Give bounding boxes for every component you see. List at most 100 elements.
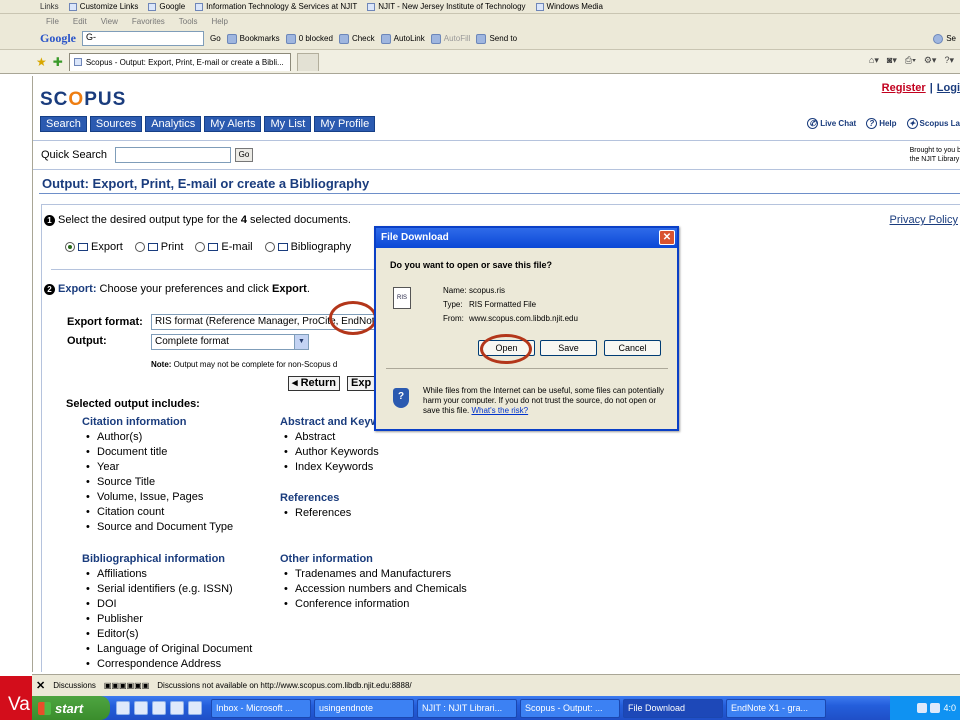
go-button[interactable]: Go bbox=[210, 34, 221, 43]
nav-my-profile[interactable]: My Profile bbox=[314, 116, 376, 132]
radio-bibliography[interactable]: Bibliography bbox=[264, 241, 351, 253]
clock: 4:0 bbox=[943, 703, 956, 713]
link-njit[interactable]: NJIT - New Jersey Institute of Technolog… bbox=[367, 2, 526, 11]
whats-the-risk-link[interactable]: What's the risk? bbox=[471, 406, 528, 415]
list-item: Affiliations bbox=[82, 567, 252, 582]
start-button[interactable]: start bbox=[32, 696, 110, 720]
output-label: Output: bbox=[67, 335, 107, 347]
register-link[interactable]: Register bbox=[882, 82, 926, 94]
radio-button bbox=[65, 242, 75, 252]
radio-print[interactable]: Print bbox=[134, 241, 183, 253]
bookmarks-button[interactable]: Bookmarks bbox=[226, 33, 280, 44]
dialog-question: Do you want to open or save this file? bbox=[390, 260, 553, 270]
link-google[interactable]: Google bbox=[148, 2, 185, 11]
tray-icon[interactable] bbox=[930, 703, 941, 713]
step-2-instruction: 2 Export: Choose your preferences and cli… bbox=[44, 283, 310, 295]
other-info-group: Other information Tradenames and Manufac… bbox=[280, 553, 467, 612]
sendto-button[interactable]: Send to bbox=[476, 33, 517, 44]
blocker-icon bbox=[285, 33, 296, 44]
favorites-star-icon[interactable]: ★ bbox=[36, 55, 47, 69]
nav-analytics[interactable]: Analytics bbox=[145, 116, 202, 132]
help-icon[interactable]: ?▾ bbox=[944, 55, 954, 66]
discussions-button[interactable]: Discussions bbox=[53, 681, 96, 690]
spellcheck-button[interactable]: Check bbox=[338, 33, 375, 44]
tab-scopus-output[interactable]: Scopus - Output: Export, Print, E-mail o… bbox=[68, 52, 291, 71]
add-favorites-icon[interactable]: ✚ bbox=[53, 55, 63, 69]
list-item: Index Keywords bbox=[280, 460, 379, 475]
task-file-download[interactable]: File Download bbox=[623, 698, 723, 718]
ie-icon[interactable] bbox=[116, 701, 130, 715]
print-icon[interactable]: ⎙▾ bbox=[905, 55, 916, 66]
settings-button[interactable]: Se bbox=[933, 33, 960, 44]
heading-divider bbox=[39, 193, 960, 194]
cancel-button[interactable]: Cancel bbox=[604, 340, 661, 356]
link-njit-it[interactable]: Information Technology & Services at NJI… bbox=[195, 2, 357, 11]
page-icon bbox=[73, 58, 82, 66]
live-chat-link[interactable]: ✆ Live Chat bbox=[807, 118, 856, 129]
main-nav: Search Sources Analytics My Alerts My Li… bbox=[40, 116, 376, 132]
scopus-labs-link[interactable]: ✦ Scopus La bbox=[906, 118, 960, 129]
login-link[interactable]: Logi bbox=[937, 82, 960, 94]
popup-blocker-button[interactable]: 0 blocked bbox=[285, 33, 333, 44]
autofill-button[interactable]: AutoFill bbox=[430, 33, 470, 44]
system-tray: 4:0 bbox=[890, 696, 960, 720]
page-title: Output: Export, Print, E-mail or create … bbox=[42, 176, 370, 191]
quick-search-input[interactable] bbox=[115, 147, 231, 163]
task-endnote[interactable]: EndNote X1 - gra... bbox=[726, 698, 826, 718]
file-icon: RIS bbox=[393, 287, 411, 309]
form-icon bbox=[430, 33, 441, 44]
radio-email[interactable]: E-mail bbox=[195, 241, 253, 253]
link-windows-media[interactable]: Windows Media bbox=[535, 2, 603, 11]
nav-search[interactable]: Search bbox=[40, 116, 87, 132]
page-icon bbox=[367, 2, 376, 11]
tray-icon[interactable] bbox=[917, 703, 928, 713]
quick-search-label: Quick Search bbox=[41, 149, 108, 161]
google-search-input[interactable]: G- bbox=[82, 31, 204, 46]
excel-icon[interactable] bbox=[188, 701, 202, 715]
star-icon bbox=[226, 33, 237, 44]
feeds-icon[interactable]: ◙▾ bbox=[887, 55, 897, 66]
radio-button bbox=[195, 242, 206, 252]
outlook-icon[interactable] bbox=[152, 701, 166, 715]
menu-view[interactable]: View bbox=[101, 17, 118, 26]
task-njit-libraries[interactable]: NJIT : NJIT Librari... bbox=[417, 698, 517, 718]
close-icon[interactable]: ✕ bbox=[659, 230, 675, 245]
nav-sources[interactable]: Sources bbox=[89, 116, 143, 132]
save-button[interactable]: Save bbox=[540, 340, 597, 356]
envelope-icon bbox=[208, 243, 219, 251]
return-button[interactable]: ◂ Return bbox=[288, 376, 341, 391]
left-strip bbox=[0, 0, 32, 720]
export-button[interactable]: Exp bbox=[347, 376, 376, 391]
scopus-logo[interactable]: SCOPUS bbox=[40, 89, 126, 111]
output-select[interactable]: Complete format ▼ bbox=[151, 334, 309, 350]
step-2-number: 2 bbox=[44, 284, 55, 295]
labs-icon: ✦ bbox=[906, 118, 918, 129]
quick-search-go-button[interactable]: Go bbox=[235, 148, 253, 162]
radio-export[interactable]: Export bbox=[65, 241, 123, 253]
menu-favorites[interactable]: Favorites bbox=[132, 17, 165, 26]
autolink-button[interactable]: AutoLink bbox=[380, 33, 425, 44]
dialog-divider bbox=[386, 368, 668, 369]
close-toolbar-icon[interactable]: ✕ bbox=[36, 679, 45, 692]
word-icon[interactable] bbox=[170, 701, 184, 715]
menu-file[interactable]: File bbox=[46, 17, 59, 26]
task-usingendnote[interactable]: usingendnote bbox=[314, 698, 414, 718]
task-scopus-output[interactable]: Scopus - Output: ... bbox=[520, 698, 620, 718]
home-icon[interactable]: ⌂▾ bbox=[869, 55, 879, 66]
radio-button bbox=[264, 242, 275, 252]
task-inbox[interactable]: Inbox - Microsoft ... bbox=[211, 698, 311, 718]
security-warning: While files from the Internet can be use… bbox=[423, 386, 665, 415]
menu-help[interactable]: Help bbox=[211, 17, 227, 26]
nav-my-alerts[interactable]: My Alerts bbox=[204, 116, 262, 132]
wand-icon bbox=[380, 33, 391, 44]
help-link[interactable]: ? Help bbox=[866, 118, 897, 129]
menu-tools[interactable]: Tools bbox=[179, 17, 198, 26]
nav-my-list[interactable]: My List bbox=[264, 116, 312, 132]
firefox-icon[interactable] bbox=[134, 701, 148, 715]
link-customize[interactable]: Customize Links bbox=[68, 2, 138, 11]
group-title: Bibliographical information bbox=[82, 553, 226, 565]
tools-gear-icon[interactable]: ⚙▾ bbox=[924, 55, 937, 66]
privacy-policy-link[interactable]: Privacy Policy bbox=[890, 214, 958, 226]
menu-edit[interactable]: Edit bbox=[73, 17, 87, 26]
new-tab-button[interactable] bbox=[296, 52, 319, 71]
